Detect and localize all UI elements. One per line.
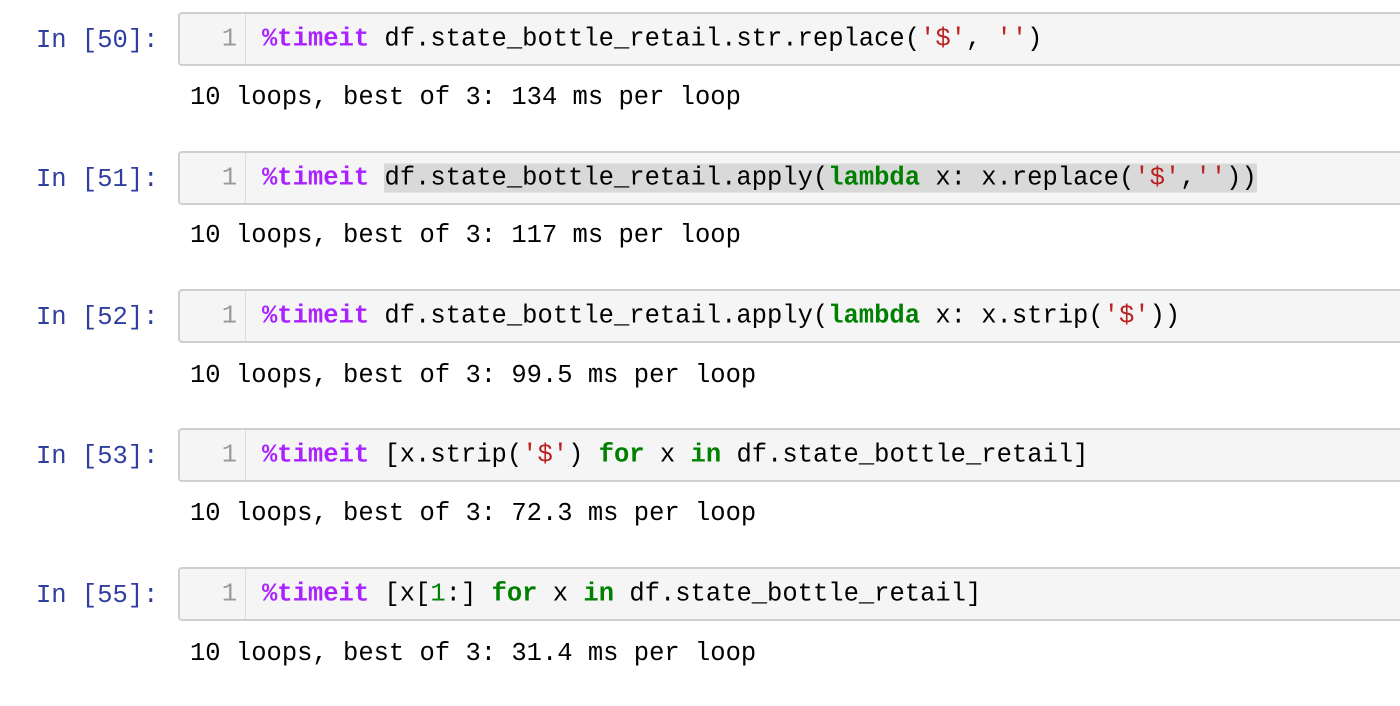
code-token: x xyxy=(644,440,691,470)
code-token: df.state_bottle_retail] xyxy=(721,440,1089,470)
magic-command: %timeit xyxy=(262,579,370,609)
cell-output: 10 loops, best of 3: 117 ms per loop xyxy=(190,221,741,250)
code-input-area[interactable]: 1 %timeit [x.strip('$') for x in df.stat… xyxy=(178,428,1400,482)
line-number-gutter: 1 xyxy=(180,14,246,64)
magic-command: %timeit xyxy=(262,440,370,470)
keyword-token: for xyxy=(491,579,538,609)
line-number-gutter: 1 xyxy=(180,569,246,619)
string-token: '' xyxy=(1195,163,1227,193)
code-token: df.state_bottle_retail.str.replace( xyxy=(369,24,921,54)
input-prompt: In [51]: xyxy=(36,165,159,194)
string-token: '$' xyxy=(1103,301,1150,331)
input-prompt: In [52]: xyxy=(36,303,159,332)
code-line[interactable]: %timeit df.state_bottle_retail.apply(lam… xyxy=(262,163,1257,193)
code-token: ) xyxy=(568,440,599,470)
code-token: ) xyxy=(1027,24,1043,54)
magic-command: %timeit xyxy=(262,163,370,193)
cell-output: 10 loops, best of 3: 72.3 ms per loop xyxy=(190,499,757,528)
code-line[interactable]: %timeit [x.strip('$') for x in df.state_… xyxy=(262,441,1088,470)
code-token: df.state_bottle_retail] xyxy=(614,579,982,609)
cell-output: 10 loops, best of 3: 134 ms per loop xyxy=(190,83,741,112)
keyword-token: lambda xyxy=(828,163,921,193)
string-token: '' xyxy=(996,24,1028,54)
keyword-token: for xyxy=(598,440,645,470)
input-prompt: In [50]: xyxy=(36,26,159,55)
input-prompt: In [55]: xyxy=(36,581,159,610)
code-token: x: x.strip( xyxy=(920,301,1104,331)
number-token: 1 xyxy=(430,579,446,609)
code-input-area[interactable]: 1 %timeit df.state_bottle_retail.apply(l… xyxy=(178,289,1400,343)
line-number-gutter: 1 xyxy=(180,153,246,203)
code-token: df.state_bottle_retail.apply( xyxy=(369,301,829,331)
line-number: 1 xyxy=(221,24,237,54)
code-token: x: x.replace( xyxy=(920,163,1135,193)
line-number: 1 xyxy=(221,579,237,609)
keyword-token: lambda xyxy=(828,301,921,331)
code-input-area[interactable]: 1 %timeit [x[1:] for x in df.state_bottl… xyxy=(178,567,1400,621)
code-line[interactable]: %timeit [x[1:] for x in df.state_bottle_… xyxy=(262,580,981,609)
code-token: [x.strip( xyxy=(369,440,523,470)
keyword-token: in xyxy=(583,579,615,609)
string-token: '$' xyxy=(1134,163,1181,193)
code-token: df.state_bottle_retail.apply( xyxy=(384,163,829,193)
line-number-gutter: 1 xyxy=(180,430,246,480)
keyword-token: in xyxy=(690,440,722,470)
line-number: 1 xyxy=(221,301,237,331)
line-number-gutter: 1 xyxy=(180,291,246,341)
line-number: 1 xyxy=(221,163,237,193)
magic-command: %timeit xyxy=(262,301,370,331)
string-token: '$' xyxy=(522,440,569,470)
code-token: )) xyxy=(1149,301,1181,331)
cell-output: 10 loops, best of 3: 31.4 ms per loop xyxy=(190,639,757,668)
code-token: :] xyxy=(445,579,492,609)
input-prompt: In [53]: xyxy=(36,442,159,471)
code-token: , xyxy=(965,24,997,54)
line-number: 1 xyxy=(221,440,237,470)
code-line[interactable]: %timeit df.state_bottle_retail.str.repla… xyxy=(262,25,1042,54)
cell-output: 10 loops, best of 3: 99.5 ms per loop xyxy=(190,361,757,390)
code-token: x xyxy=(537,579,584,609)
code-input-area[interactable]: 1 %timeit df.state_bottle_retail.apply(l… xyxy=(178,151,1400,205)
code-line[interactable]: %timeit df.state_bottle_retail.apply(lam… xyxy=(262,302,1180,331)
code-token: , xyxy=(1180,163,1196,193)
code-token: )) xyxy=(1226,163,1257,193)
magic-command: %timeit xyxy=(262,24,370,54)
string-token: '$' xyxy=(920,24,966,54)
code-token: [x[ xyxy=(369,579,431,609)
code-input-area[interactable]: 1 %timeit df.state_bottle_retail.str.rep… xyxy=(178,12,1400,66)
